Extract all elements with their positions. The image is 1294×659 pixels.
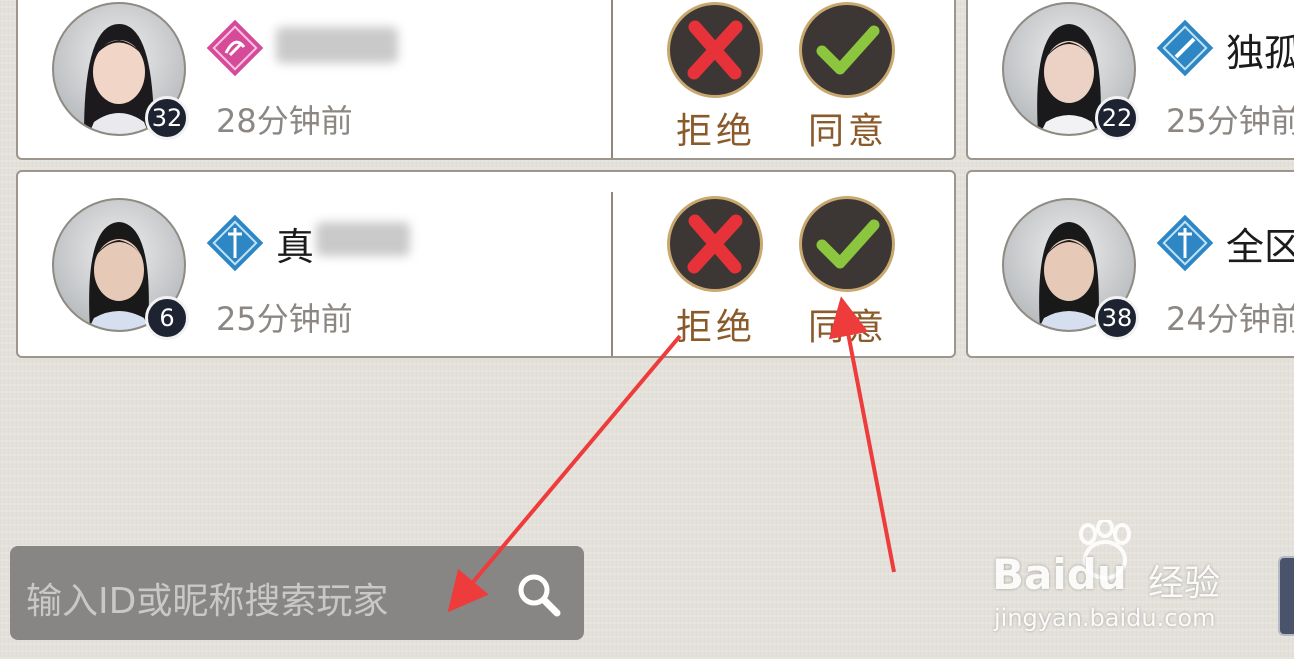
arrow-to-accept <box>828 296 896 573</box>
annotation-arrows <box>447 296 896 613</box>
arrow-to-search <box>447 334 682 613</box>
